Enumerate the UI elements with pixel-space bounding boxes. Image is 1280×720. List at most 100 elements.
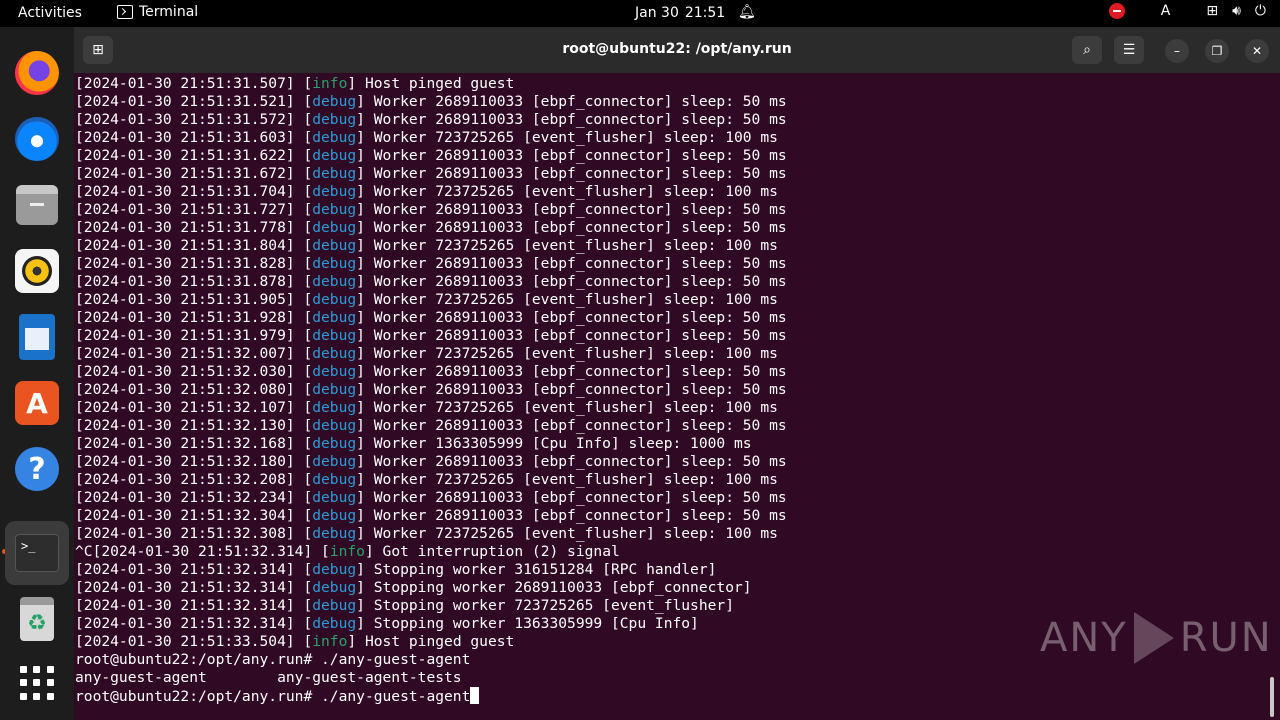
terminal-line: [2024-01-30 21:51:31.804] [debug] Worker… [75, 237, 1265, 255]
line-message: ] Worker 2689110033 [ebpf_connector] sle… [356, 489, 787, 506]
terminal-line: [2024-01-30 21:51:31.905] [debug] Worker… [75, 291, 1265, 309]
dock-files[interactable] [11, 179, 63, 231]
line-message: ] Host pinged guest [347, 633, 515, 650]
log-level-tag: debug [312, 147, 357, 164]
trash-icon: ♻ [20, 597, 54, 641]
help-icon: ? [15, 447, 59, 491]
line-prefix: root@ubuntu22:/opt/any.run# ./any-guest-… [75, 651, 471, 668]
line-message: ] Stopping worker 1363305999 [Cpu Info] [356, 615, 699, 632]
line-message: ] Stopping worker 316151284 [RPC handler… [356, 561, 717, 578]
line-message: ] Worker 2689110033 [ebpf_connector] sle… [356, 453, 787, 470]
dock-thunderbird[interactable] [11, 113, 63, 165]
line-message: ] Worker 723725265 [event_flusher] sleep… [356, 183, 778, 200]
dock-writer[interactable] [11, 311, 63, 363]
line-prefix: [2024-01-30 21:51:32.107] [ [75, 399, 313, 416]
power-icon[interactable]: ⏻ [1255, 3, 1266, 19]
dock-show-apps[interactable] [11, 657, 63, 709]
volume-icon[interactable]: 🔊︎ [1232, 3, 1241, 19]
keyboard-layout-indicator[interactable]: A [1161, 3, 1171, 19]
dock-app-center[interactable]: A [11, 377, 63, 429]
line-prefix: [2024-01-30 21:51:32.168] [ [75, 435, 313, 452]
line-prefix: [2024-01-30 21:51:31.778] [ [75, 219, 313, 236]
line-message: ] Worker 2689110033 [ebpf_connector] sle… [356, 327, 787, 344]
log-level-tag: debug [312, 237, 357, 254]
search-button[interactable]: ⌕ [1072, 36, 1102, 64]
log-level-tag: debug [312, 561, 357, 578]
app-menu[interactable]: Terminal [117, 4, 198, 20]
line-message: ] Worker 723725265 [event_flusher] sleep… [356, 399, 778, 416]
log-level-tag: debug [312, 129, 357, 146]
terminal-line: [2024-01-30 21:51:31.603] [debug] Worker… [75, 129, 1265, 147]
dock-rhythmbox[interactable] [11, 245, 63, 297]
dock-help[interactable]: ? [11, 443, 63, 495]
log-level-tag: debug [312, 417, 357, 434]
log-level-tag: debug [312, 399, 357, 416]
clock[interactable]: Jan 30 21:51 [635, 5, 725, 21]
line-prefix: ^C[2024-01-30 21:51:32.314] [ [75, 543, 330, 560]
line-message: ] Stopping worker 2689110033 [ebpf_conne… [356, 579, 752, 596]
log-level-tag: debug [312, 363, 357, 380]
scrollbar-thumb[interactable] [1270, 677, 1274, 717]
line-message: ] Worker 2689110033 [ebpf_connector] sle… [356, 363, 787, 380]
dock-terminal[interactable]: >_ [5, 521, 69, 585]
log-level-tag: debug [312, 435, 357, 452]
terminal-line: [2024-01-30 21:51:31.572] [debug] Worker… [75, 111, 1265, 129]
terminal-line: [2024-01-30 21:51:31.979] [debug] Worker… [75, 327, 1265, 345]
terminal-line: [2024-01-30 21:51:32.234] [debug] Worker… [75, 489, 1265, 507]
line-prefix: [2024-01-30 21:51:31.979] [ [75, 327, 313, 344]
dock-trash[interactable]: ♻ [11, 593, 63, 645]
line-prefix: [2024-01-30 21:51:31.804] [ [75, 237, 313, 254]
terminal-line: root@ubuntu22:/opt/any.run# ./any-guest-… [75, 687, 1265, 705]
firefox-icon [15, 51, 59, 95]
text-cursor [470, 687, 480, 704]
terminal-line: [2024-01-30 21:51:32.130] [debug] Worker… [75, 417, 1265, 435]
terminal-line: [2024-01-30 21:51:31.622] [debug] Worker… [75, 147, 1265, 165]
terminal-line: [2024-01-30 21:51:32.308] [debug] Worker… [75, 525, 1265, 543]
line-message: ] Worker 723725265 [event_flusher] sleep… [356, 525, 778, 542]
line-message: ] Worker 2689110033 [ebpf_connector] sle… [356, 273, 787, 290]
line-prefix: [2024-01-30 21:51:31.521] [ [75, 93, 313, 110]
log-level-tag: debug [312, 111, 357, 128]
system-tray[interactable]: A ⊞ 🔊︎ ⏻ [1108, 3, 1266, 19]
dock-firefox[interactable] [11, 47, 63, 99]
window-titlebar[interactable]: ⊞ root@ubuntu22: /opt/any.run ⌕ ☰ – ❐ ✕ [74, 27, 1280, 73]
line-prefix: [2024-01-30 21:51:31.572] [ [75, 111, 313, 128]
close-icon: ✕ [1251, 44, 1263, 58]
log-level-tag: debug [312, 309, 357, 326]
menu-button[interactable]: ☰ [1114, 36, 1144, 64]
maximize-button[interactable]: ❐ [1205, 39, 1229, 63]
line-prefix: [2024-01-30 21:51:32.234] [ [75, 489, 313, 506]
do-not-disturb-icon[interactable] [1108, 3, 1125, 19]
log-level-tag: debug [312, 597, 357, 614]
line-prefix: [2024-01-30 21:51:32.308] [ [75, 525, 313, 542]
line-message: ] Worker 2689110033 [ebpf_connector] sle… [356, 147, 787, 164]
network-icon[interactable]: ⊞ [1206, 3, 1218, 19]
line-message: ] Worker 2689110033 [ebpf_connector] sle… [356, 111, 787, 128]
activities-button[interactable]: Activities [18, 5, 82, 21]
line-message: ] Worker 2689110033 [ebpf_connector] sle… [356, 165, 787, 182]
terminal-line: ^C[2024-01-30 21:51:32.314] [info] Got i… [75, 543, 1265, 561]
log-level-tag: debug [312, 219, 357, 236]
log-level-tag: debug [312, 273, 357, 290]
minimize-button[interactable]: – [1165, 39, 1189, 63]
log-level-tag: debug [312, 615, 357, 632]
show-apps-icon [20, 666, 54, 700]
line-message: ] Worker 2689110033 [ebpf_connector] sle… [356, 201, 787, 218]
watermark-play-icon [1133, 612, 1174, 664]
log-level-tag: debug [312, 381, 357, 398]
close-button[interactable]: ✕ [1245, 39, 1269, 63]
line-prefix: [2024-01-30 21:51:32.080] [ [75, 381, 313, 398]
bell-icon[interactable]: 🔔︎ [738, 4, 756, 20]
terminal-line: [2024-01-30 21:51:32.107] [debug] Worker… [75, 399, 1265, 417]
thunderbird-icon [15, 117, 59, 161]
terminal-line: [2024-01-30 21:51:31.778] [debug] Worker… [75, 219, 1265, 237]
log-level-tag: debug [312, 471, 357, 488]
line-prefix: [2024-01-30 21:51:32.314] [ [75, 561, 313, 578]
log-level-tag: debug [312, 327, 357, 344]
minimize-icon: – [1174, 44, 1180, 58]
log-level-tag: debug [312, 489, 357, 506]
log-level-tag: debug [312, 453, 357, 470]
line-prefix: [2024-01-30 21:51:31.603] [ [75, 129, 313, 146]
clock-time: 21:51 [684, 5, 726, 21]
log-level-tag: debug [312, 345, 357, 362]
